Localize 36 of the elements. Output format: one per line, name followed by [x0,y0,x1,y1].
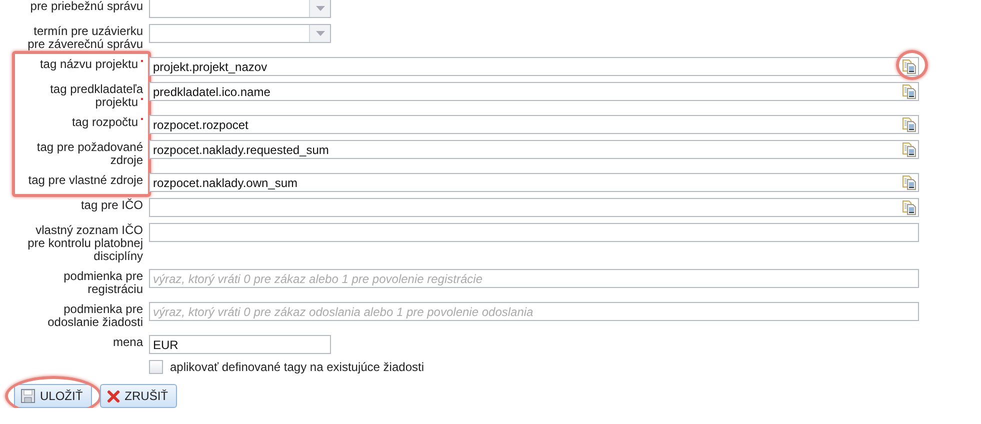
input-field[interactable]: výraz, ktorý vráti 0 pre zákaz odoslania alebo 1 pre povolenie odoslania [149,302,919,321]
input-field[interactable]: rozpocet.rozpocet [149,115,919,134]
field-label: tag pre vlastné zdroje [28,173,143,187]
input-field[interactable]: rozpocet.naklady.own_sum [149,173,919,192]
input-field[interactable]: rozpocet.naklady.requested_sum [149,140,919,159]
field-label: podmienka pre registráciu [62,269,143,296]
cancel-button[interactable]: ZRUŠIŤ [100,384,178,408]
field-label: termín pre uzávierku pre záverečnú správu [26,24,143,51]
input-field[interactable] [149,223,919,242]
dropdown-arrow-icon[interactable] [316,6,324,11]
documents-icon[interactable] [902,117,917,132]
field-label: mena [112,335,143,349]
checkbox-label: aplikovať definované tagy na existujúce žiadosti [170,360,424,374]
input-field[interactable]: výraz, ktorý vráti 0 pre zákaz alebo 1 pre povolenie registrácie [149,269,919,288]
documents-icon[interactable] [902,59,917,74]
input-field[interactable]: projekt.projekt_nazov [149,57,919,76]
field-label: vlastný zoznam IČO pre kontrolu platobnej disciplíny [26,223,143,263]
input-field[interactable]: predkladatel.ico.name [149,82,919,101]
field-label: tag rozpočtu [72,115,143,129]
save-button[interactable]: ULOŽIŤ [14,384,92,408]
close-icon [106,390,120,402]
documents-icon[interactable] [902,84,917,99]
documents-icon[interactable] [902,200,917,215]
field-label: tag názvu projektu [40,57,143,71]
dropdown-arrow-icon[interactable] [316,31,324,36]
input-field[interactable]: EUR [149,335,331,354]
field-label: tag predkladateľa projektu [49,82,143,109]
field-label: podmienka pre odoslanie žiadosti [46,302,143,329]
documents-icon[interactable] [902,175,917,190]
checkbox[interactable] [149,360,163,374]
field-label: tag pre IČO [80,198,143,212]
dropdown-field[interactable] [149,24,331,43]
input-field[interactable] [149,198,919,217]
field-label: tag pre požadované zdroje [36,140,143,167]
field-label: pre priebežnú správu [30,0,143,13]
documents-icon[interactable] [902,142,917,157]
